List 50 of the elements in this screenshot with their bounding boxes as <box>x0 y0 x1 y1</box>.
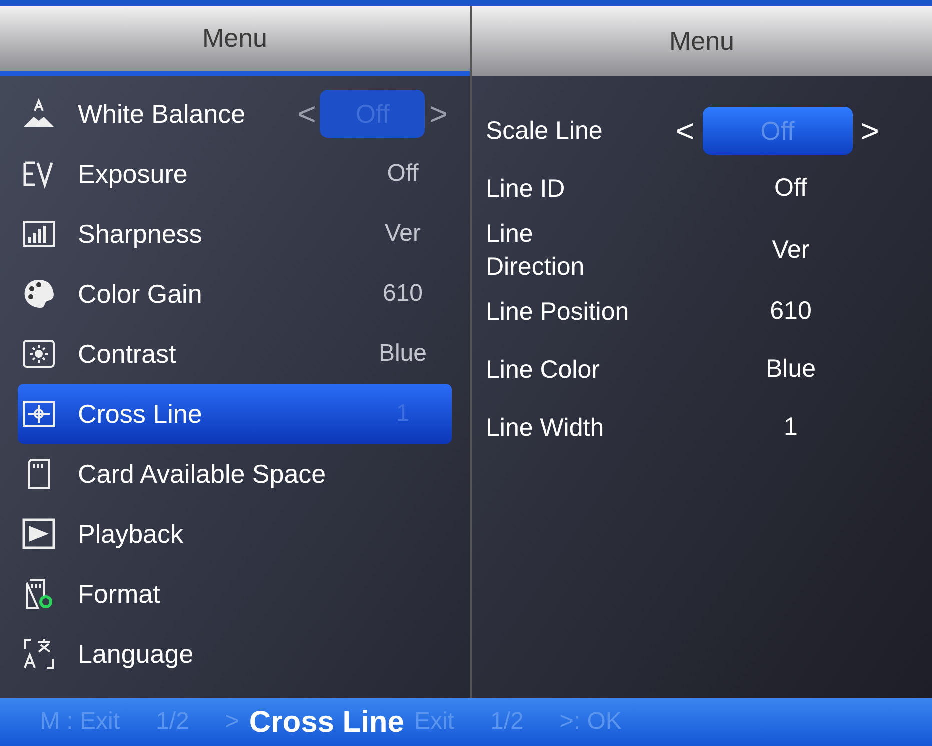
menu-item-label: White Balance <box>78 98 246 130</box>
setting-value: Blue <box>764 354 818 386</box>
menu-item[interactable]: Language <box>18 624 452 684</box>
faded-value: Off <box>386 159 420 189</box>
play-icon <box>22 517 56 551</box>
menu-item-label: Playback <box>78 518 184 550</box>
next-arrow[interactable]: > <box>860 107 880 155</box>
menu-item[interactable]: Format <box>18 564 452 624</box>
setting-label: Line Direction <box>486 219 586 282</box>
palette-icon <box>22 277 56 311</box>
faded-hint: >: OK <box>560 707 622 737</box>
menu-item-label: Sharpness <box>78 218 202 250</box>
menu-item[interactable]: Playback <box>18 504 452 564</box>
setting-value: Off <box>774 173 808 204</box>
menu-item-label: Card Available Space <box>78 458 326 490</box>
setting-label: Line ID <box>486 174 566 205</box>
setting-label: Line Width <box>486 412 606 444</box>
previous-arrow[interactable]: < <box>298 90 316 138</box>
previous-arrow[interactable]: < <box>676 107 695 155</box>
setting-label: Line Color <box>486 354 601 386</box>
sun-icon <box>22 337 56 371</box>
setting-label: Scale Line <box>486 116 604 147</box>
menu-item[interactable]: Exposure Off <box>18 144 452 204</box>
faded-value: 610 <box>382 279 424 309</box>
setting-value: 1 <box>783 412 799 444</box>
translate-icon <box>22 637 56 671</box>
setting-value: Ver <box>771 234 811 266</box>
setting-label: Line Position <box>486 296 630 328</box>
screen-title: Cross Line <box>249 704 404 740</box>
menu-item-label: Exposure <box>78 158 188 190</box>
menu-item-label: Color Gain <box>78 278 202 310</box>
faded-hint: 1/2 <box>490 707 524 737</box>
menu-item-label: Language <box>78 638 194 670</box>
faded-hint: Exit <box>414 707 454 737</box>
faded-hint: 1/2 <box>156 707 190 737</box>
menu-item[interactable]: Card Available Space <box>18 444 452 504</box>
menu-header: Menu <box>0 6 470 76</box>
menu-item-label: Cross Line <box>78 398 202 430</box>
menu-item[interactable]: Color Gain 610 <box>18 264 452 324</box>
faded-hint: M : Exit <box>40 707 120 737</box>
setting-value: 610 <box>769 296 813 328</box>
menu-item[interactable]: Sharpness Ver <box>18 204 452 264</box>
menu-header: Menu <box>472 6 932 76</box>
menu-item-label: Contrast <box>78 338 176 370</box>
faded-value: Ver <box>384 219 422 249</box>
faded-hint: > <box>225 707 240 737</box>
menu-item-label: Format <box>78 578 160 610</box>
next-arrow[interactable]: > <box>429 90 448 138</box>
faded-value: Blue <box>378 339 428 369</box>
menu-item[interactable]: Contrast Blue <box>18 324 452 384</box>
